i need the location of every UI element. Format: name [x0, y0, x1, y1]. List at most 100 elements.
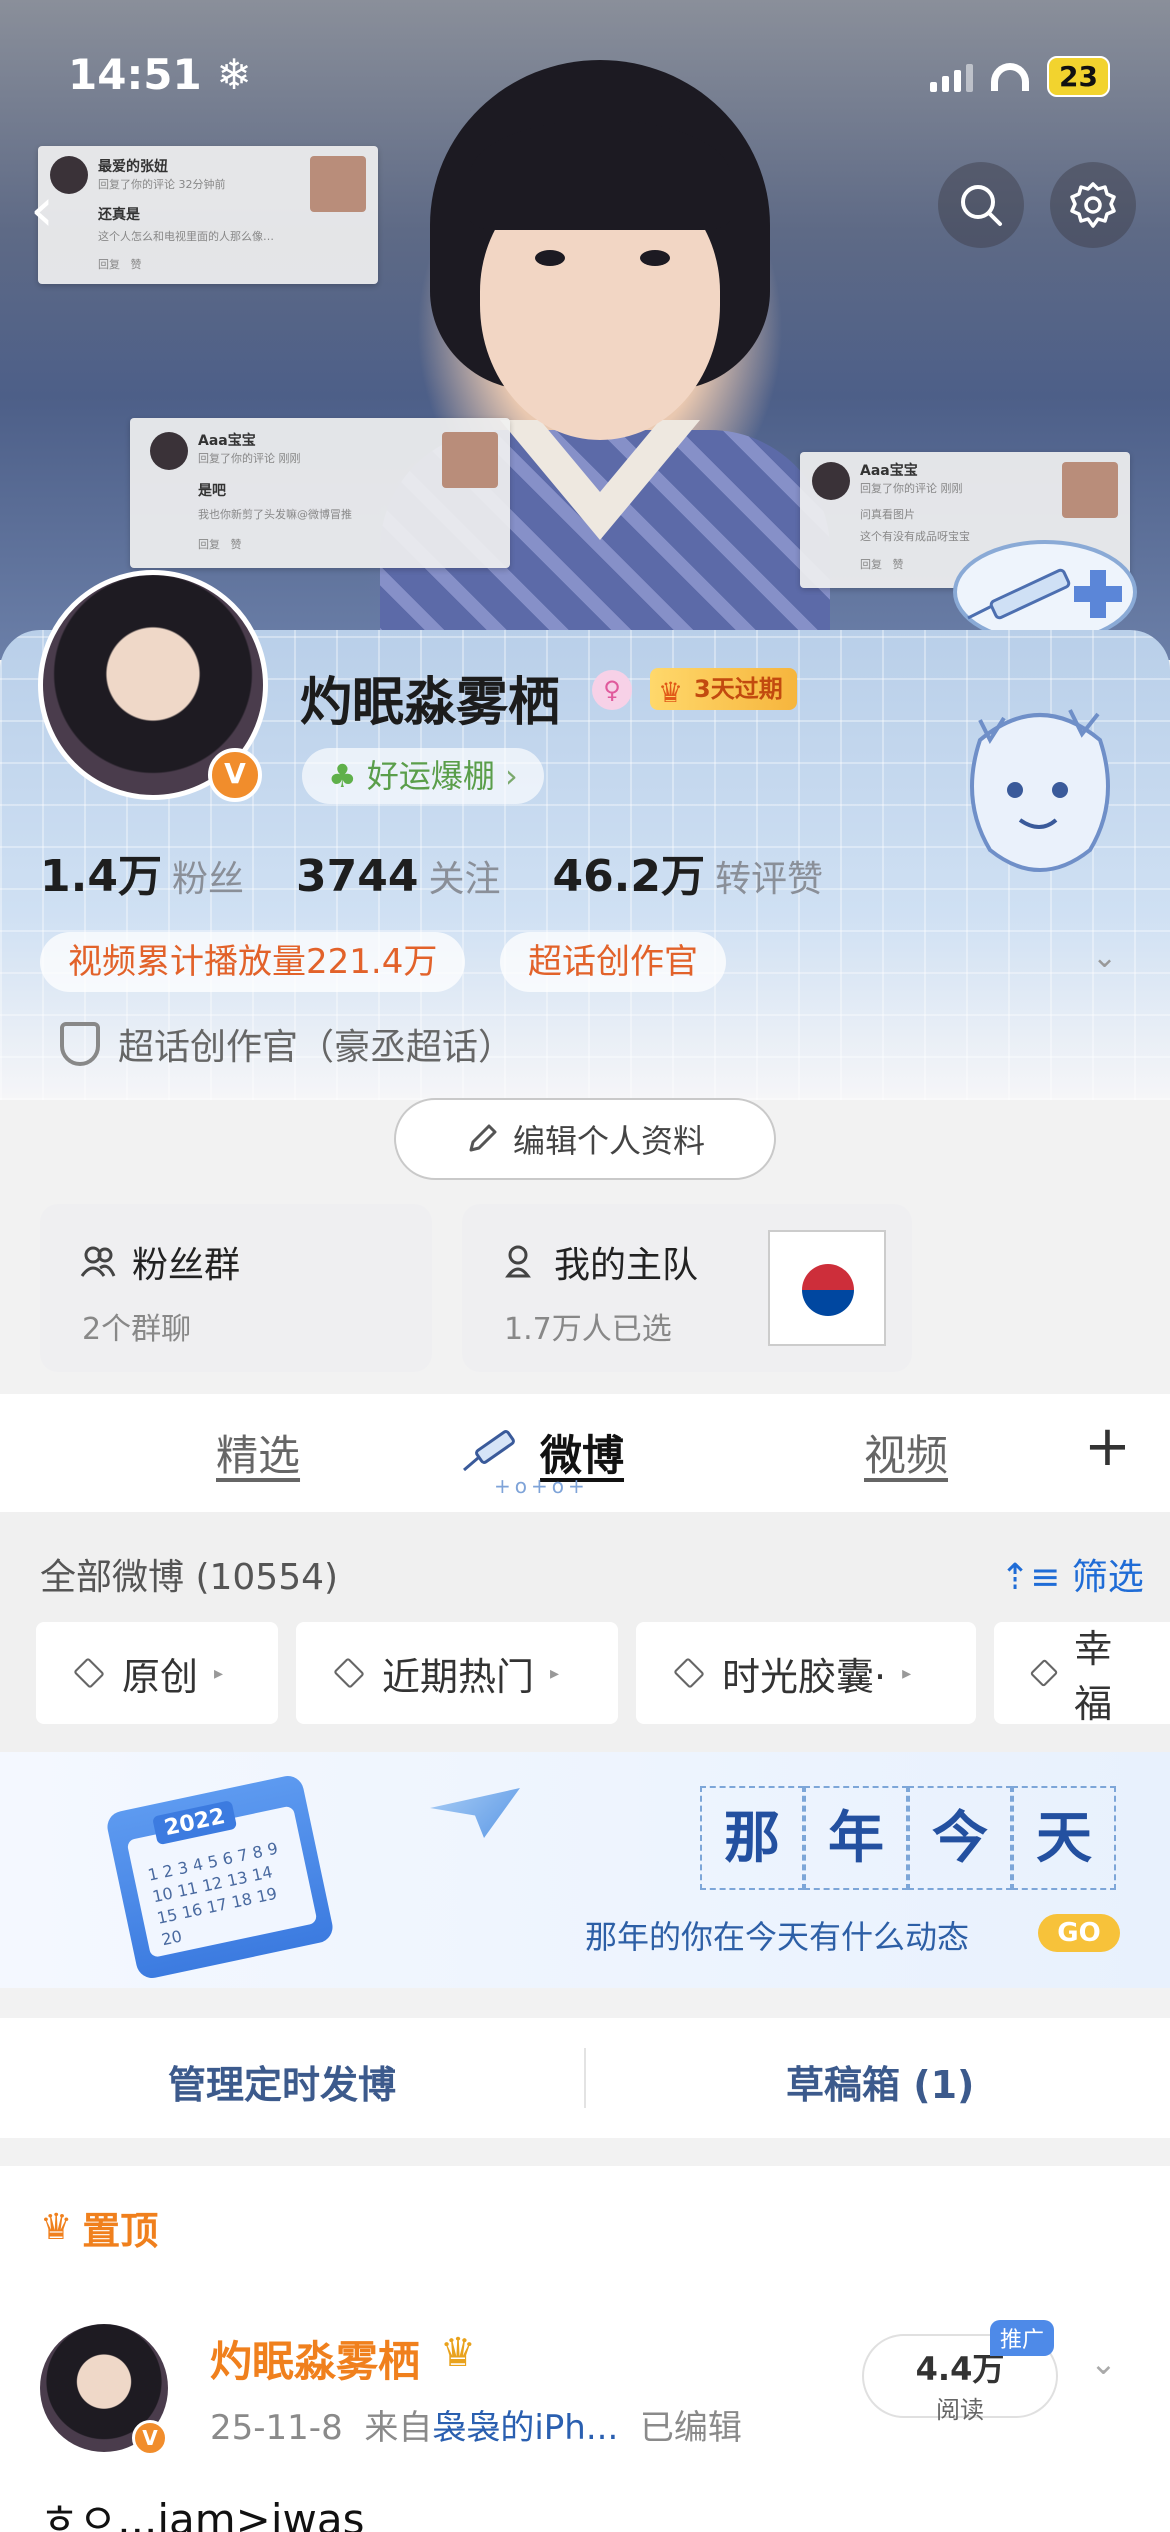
layers-icon: [1029, 1658, 1059, 1688]
edit-profile-label: 编辑个人资料: [512, 1122, 705, 1160]
card-name: 最爱的张妞: [98, 159, 168, 175]
all-weibo-count[interactable]: 全部微博 (10554): [40, 1548, 338, 1600]
mascot-sticker-icon: [970, 709, 1110, 872]
cellular-signal-icon: [930, 62, 974, 92]
crown-icon: ♛: [40, 2207, 73, 2248]
on-this-day-title: 那 年 今 天: [700, 1786, 1116, 1890]
status-time-text: 14:51: [68, 50, 202, 99]
calendar-page: 2022 1 2 3 4 5 6 7 8 9 10 11 12 13 14 15…: [126, 1799, 318, 1959]
divider: [584, 2048, 586, 2108]
card-like: 赞: [230, 538, 242, 551]
weibo-filter-area: 全部微博 (10554) ⇡≡ 筛选 原创 ▸ 近期热门 ▸ 时光胶囊· ▸ 幸福: [0, 1512, 1170, 1752]
banner-photo-bangs: [470, 120, 730, 230]
post-from: 来自: [364, 2408, 433, 2448]
profile-stats: 1.4万 粉丝 3744 关注 46.2万 转评赞: [40, 840, 823, 904]
expand-chevron-icon[interactable]: ⌄: [1092, 940, 1117, 975]
post-menu-chevron-icon[interactable]: ⌄: [1090, 2344, 1117, 2382]
fan-group-card[interactable]: 粉丝群 2个群聊: [40, 1204, 432, 1372]
tab-decoration: +o+o+: [494, 1474, 589, 1498]
card-like: 赞: [130, 258, 142, 271]
tab-video[interactable]: 视频: [864, 1422, 948, 1483]
stat-value: 1.4万: [40, 851, 162, 902]
card-sub: 回复了你的评论 32分钟前: [98, 178, 226, 191]
search-button[interactable]: [938, 162, 1024, 248]
go-button[interactable]: GO: [1038, 1914, 1120, 1952]
chevron-right-icon: ›: [505, 757, 518, 795]
vip-badge[interactable]: ♛ 3天过期: [650, 668, 797, 710]
super-topic-label: 超话创作官（豪丞超话）: [118, 1027, 515, 1068]
snowflake-icon: ❄: [216, 50, 252, 99]
card-avatar: [150, 432, 188, 470]
stat-followers[interactable]: 1.4万 粉丝: [40, 840, 244, 904]
card-sub: 回复了你的评论 刚刚: [860, 482, 963, 495]
gear-icon: [1070, 182, 1116, 228]
card-thumbnail: [442, 432, 498, 488]
battery-indicator: 23: [1047, 56, 1110, 97]
fan-group-title: 粉丝群: [78, 1236, 240, 1288]
triangle-icon: ▸: [214, 1662, 224, 1684]
chip-happiness[interactable]: 幸福: [994, 1622, 1170, 1726]
post-date: 25-11-8: [210, 2408, 343, 2448]
chip-recent-hot[interactable]: 近期热门 ▸: [296, 1622, 618, 1724]
stat-label: 粉丝: [171, 859, 244, 900]
card-thumbnail: [310, 156, 366, 212]
filter-icon: ⇡≡: [1000, 1557, 1061, 1598]
tab-featured[interactable]: 精选: [216, 1422, 300, 1483]
pinned-label: 置顶: [82, 2209, 159, 2253]
chip-label: 幸福: [1074, 1627, 1113, 1726]
my-team-sub: 1.7万人已选: [504, 1312, 672, 1347]
post-device[interactable]: 袅袅的iPh...: [432, 2408, 618, 2448]
card-quote: 这个人怎么和电视里面的人那么像…: [98, 230, 274, 243]
pinned-post[interactable]: ♛ 置顶 V 灼眠淼雾栖 ♛ 25-11-8 来自袅袅的iPh... 已编辑 4.…: [0, 2166, 1170, 2532]
super-creator-pill[interactable]: 超话创作官: [500, 932, 726, 992]
post-management-row: 管理定时发博 草稿箱 (1): [0, 2018, 1170, 2138]
my-team-card[interactable]: 我的主队 1.7万人已选: [462, 1204, 912, 1372]
stat-value: 3744: [295, 851, 419, 902]
status-time: 14:51 ❄: [68, 50, 252, 99]
card-quote: 我也你新剪了头发嘛@微博冒推: [198, 508, 352, 521]
post-edited: 已编辑: [639, 2408, 742, 2448]
korea-flag-icon: [768, 1230, 886, 1346]
verified-badge-icon: V: [208, 748, 262, 802]
card-reply: 回复: [98, 258, 120, 271]
profile-banner: 最爱的张妞 回复了你的评论 32分钟前 还真是 这个人怎么和电视里面的人那么像……: [0, 0, 1170, 660]
content-tabs: 精选 微博 +o+o+ 视频 +: [0, 1394, 1170, 1512]
chip-original[interactable]: 原创 ▸: [36, 1622, 278, 1724]
video-plays-pill[interactable]: 视频累计播放量221.4万: [40, 932, 466, 992]
vip-label: 3天过期: [694, 675, 783, 703]
chip-time-capsule[interactable]: 时光胶囊· ▸: [636, 1622, 976, 1724]
stat-label: 转评赞: [715, 859, 824, 900]
title-char: 今: [908, 1786, 1012, 1890]
stat-reposts-likes[interactable]: 46.2万 转评赞: [552, 840, 823, 904]
layers-icon: [673, 1657, 705, 1689]
post-author-name[interactable]: 灼眠淼雾栖: [210, 2328, 420, 2389]
on-this-day-subtitle: 那年的你在今天有什么动态: [585, 1918, 970, 1956]
edit-profile-button[interactable]: 编辑个人资料: [394, 1098, 776, 1180]
drafts-button[interactable]: 草稿箱 (1): [786, 2054, 974, 2109]
stat-following[interactable]: 3744 关注: [296, 850, 500, 902]
on-this-day-banner[interactable]: 2022 1 2 3 4 5 6 7 8 9 10 11 12 13 14 15…: [0, 1752, 1170, 1988]
layers-icon: [333, 1657, 365, 1689]
syringe-icon: [463, 1430, 515, 1472]
profile-name: 灼眠淼雾栖: [300, 673, 561, 733]
filter-label: 筛选: [1071, 1557, 1144, 1598]
back-chevron-icon[interactable]: ‹: [30, 180, 80, 240]
add-tab-icon[interactable]: +: [1084, 1414, 1131, 1479]
promote-badge[interactable]: 推广: [990, 2320, 1055, 2356]
scheduled-posts-button[interactable]: 管理定时发博: [168, 2054, 396, 2109]
verified-badge-icon: V: [132, 2420, 168, 2456]
wifi-icon: [991, 62, 1030, 91]
super-topic-creator-row[interactable]: 超话创作官（豪丞超话）: [60, 1018, 514, 1070]
female-gender-icon: ♀: [592, 670, 632, 710]
settings-button[interactable]: [1050, 162, 1136, 248]
my-team-title: 我的主队: [500, 1236, 698, 1288]
card-name: Aaa宝宝: [198, 433, 256, 449]
filter-button[interactable]: ⇡≡ 筛选: [1000, 1548, 1144, 1600]
status-indicators: 23: [930, 56, 1110, 97]
luck-status-button[interactable]: ♣ 好运爆棚 ›: [302, 748, 544, 804]
post-text: ㅎㅇ...iam>iwas: [40, 2495, 365, 2532]
luck-label: 好运爆棚: [366, 757, 495, 795]
calendar-year: 2022: [152, 1799, 238, 1846]
card-reply: 回复: [198, 538, 220, 551]
card-text: 是吧: [198, 483, 226, 499]
